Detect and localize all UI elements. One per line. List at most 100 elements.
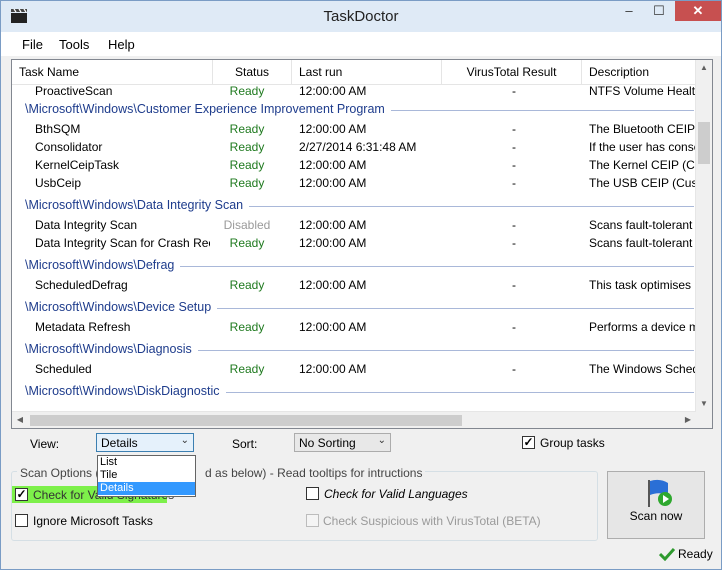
col-last-run[interactable]: Last run xyxy=(292,60,442,84)
col-task-name[interactable]: Task Name xyxy=(12,60,213,84)
task-name-cell: Data Integrity Scan xyxy=(35,218,138,232)
view-select[interactable]: Details ⌄ xyxy=(96,433,194,452)
description-cell: Scans fault-tolerant vo xyxy=(589,218,696,232)
status-cell: Ready xyxy=(229,278,265,292)
group-divider xyxy=(217,308,694,309)
scroll-up-icon[interactable]: ▲ xyxy=(696,60,712,76)
virustotal-cell: - xyxy=(512,84,516,98)
task-name-cell: Metadata Refresh xyxy=(35,320,131,334)
horizontal-scrollbar[interactable]: ◀ ▶ xyxy=(12,411,696,428)
col-status[interactable]: Status xyxy=(213,60,292,84)
chevron-down-icon: ⌄ xyxy=(377,435,386,446)
flag-play-icon xyxy=(648,479,672,507)
table-row[interactable]: UsbCeip Ready 12:00:00 AM - The USB CEIP (Cu… xyxy=(12,174,696,192)
status-cell: Ready xyxy=(229,84,265,98)
maximize-button[interactable]: ☐ xyxy=(645,1,673,21)
group-label: \Microsoft\Windows\Customer Experience I… xyxy=(25,102,385,116)
table-row[interactable]: ScheduledDefrag Ready 12:00:00 AM - This tas… xyxy=(12,276,696,294)
task-name-cell: ScheduledDefrag xyxy=(35,278,128,292)
ignore-ms-checkbox[interactable] xyxy=(15,514,28,527)
virustotal-cell: - xyxy=(512,278,516,292)
virustotal-cell: - xyxy=(512,236,516,250)
status-cell: Ready xyxy=(229,122,265,136)
view-dropdown-list[interactable]: List Tile Details xyxy=(97,455,196,497)
sort-label: Sort: xyxy=(232,437,258,451)
title-bar: TaskDoctor ‒ ☐ ✕ xyxy=(1,1,721,32)
sort-select[interactable]: No Sorting ⌄ xyxy=(294,433,391,452)
virustotal-cell: - xyxy=(512,140,516,154)
task-name-cell: UsbCeip xyxy=(35,176,82,190)
table-row[interactable]: Data Integrity Scan for Crash Reco... Rea… xyxy=(12,234,696,252)
menu-tools[interactable]: Tools xyxy=(59,37,89,52)
last-run-cell: 12:00:00 AM xyxy=(299,218,367,232)
check-signatures-checkbox[interactable]: ✓ xyxy=(15,488,28,501)
scroll-down-icon[interactable]: ▼ xyxy=(696,396,712,412)
horizontal-scroll-thumb[interactable] xyxy=(30,415,462,426)
status-bar: Ready xyxy=(1,543,721,569)
group-header[interactable]: \Microsoft\Windows\DiskDiagnostic xyxy=(12,382,696,402)
task-name-cell: Consolidator xyxy=(35,140,103,154)
status-cell: Ready xyxy=(229,176,265,190)
group-label: \Microsoft\Windows\Device Setup xyxy=(25,300,212,314)
check-languages-checkbox[interactable] xyxy=(306,487,319,500)
scroll-right-icon[interactable]: ▶ xyxy=(680,412,696,428)
table-row[interactable]: ProactiveScan Ready 12:00:00 AM - NTFS Volum… xyxy=(12,84,696,100)
view-option-tile[interactable]: Tile xyxy=(98,469,195,482)
scan-now-button[interactable]: Scan now xyxy=(607,471,705,539)
last-run-cell: 2/27/2014 6:31:48 AM xyxy=(299,140,417,154)
vertical-scroll-thumb[interactable] xyxy=(698,122,710,164)
col-virustotal[interactable]: VirusTotal Result xyxy=(442,60,582,84)
description-cell: If the user has conser xyxy=(589,140,696,154)
description-cell: The Windows Schedu xyxy=(589,362,696,376)
virustotal-cell: - xyxy=(512,218,516,232)
virustotal-cell: - xyxy=(512,176,516,190)
last-run-cell: 12:00:00 AM xyxy=(299,320,367,334)
group-divider xyxy=(198,350,694,351)
table-row[interactable]: Scheduled Ready 12:00:00 AM - The Windows Sc… xyxy=(12,360,696,378)
menu-file[interactable]: File xyxy=(22,37,43,52)
view-option-details[interactable]: Details xyxy=(98,482,195,495)
minimize-button[interactable]: ‒ xyxy=(615,1,643,21)
group-header[interactable]: \Microsoft\Windows\Device Setup xyxy=(12,298,696,318)
task-rows: ProactiveScan Ready 12:00:00 AM - NTFS Volum… xyxy=(12,84,696,411)
last-run-cell: 12:00:00 AM xyxy=(299,362,367,376)
vertical-scrollbar[interactable]: ▲ ▼ xyxy=(695,60,712,412)
table-row[interactable]: Data Integrity Scan Disabled 12:00:00 AM - S… xyxy=(12,216,696,234)
group-divider xyxy=(180,266,694,267)
group-header[interactable]: \Microsoft\Windows\Diagnosis xyxy=(12,340,696,360)
status-text: Ready xyxy=(678,547,713,561)
table-row[interactable]: BthSQM Ready 12:00:00 AM - The Bluetooth CEI… xyxy=(12,120,696,138)
group-header[interactable]: \Microsoft\Windows\Customer Experience I… xyxy=(12,100,696,120)
view-select-value: Details xyxy=(101,436,138,450)
task-name-cell: KernelCeipTask xyxy=(35,158,120,172)
last-run-cell: 12:00:00 AM xyxy=(299,278,367,292)
group-divider xyxy=(249,206,694,207)
table-row[interactable]: Metadata Refresh Ready 12:00:00 AM - Perform… xyxy=(12,318,696,336)
last-run-cell: 12:00:00 AM xyxy=(299,236,367,250)
description-cell: NTFS Volume Health S xyxy=(589,84,696,98)
group-header[interactable]: \Microsoft\Windows\Defrag xyxy=(12,256,696,276)
group-divider xyxy=(391,110,694,111)
close-button[interactable]: ✕ xyxy=(675,1,721,21)
last-run-cell: 12:00:00 AM xyxy=(299,122,367,136)
group-header[interactable]: \Microsoft\Windows\Data Integrity Scan xyxy=(12,196,696,216)
col-description[interactable]: Description xyxy=(582,60,696,84)
scroll-left-icon[interactable]: ◀ xyxy=(12,412,28,428)
task-name-cell: ProactiveScan xyxy=(35,84,113,98)
table-row[interactable]: KernelCeipTask Ready 12:00:00 AM - The Kerne… xyxy=(12,156,696,174)
app-window: TaskDoctor ‒ ☐ ✕ File Tools Help Task Na… xyxy=(0,0,722,570)
status-cell: Ready xyxy=(229,140,265,154)
status-cell: Ready xyxy=(229,320,265,334)
menu-help[interactable]: Help xyxy=(108,37,135,52)
task-name-cell: BthSQM xyxy=(35,122,81,136)
status-cell: Disabled xyxy=(223,218,271,232)
description-cell: The USB CEIP (Custon xyxy=(589,176,696,190)
virustotal-cell: - xyxy=(512,320,516,334)
check-suspicious-checkbox xyxy=(306,514,319,527)
virustotal-cell: - xyxy=(512,122,516,136)
task-list[interactable]: Task Name Status Last run VirusTotal Res… xyxy=(11,59,713,429)
table-row[interactable]: Consolidator Ready 2/27/2014 6:31:48 AM - If… xyxy=(12,138,696,156)
view-option-list[interactable]: List xyxy=(98,456,195,469)
virustotal-cell: - xyxy=(512,362,516,376)
group-tasks-checkbox[interactable]: ✓ xyxy=(522,436,535,449)
